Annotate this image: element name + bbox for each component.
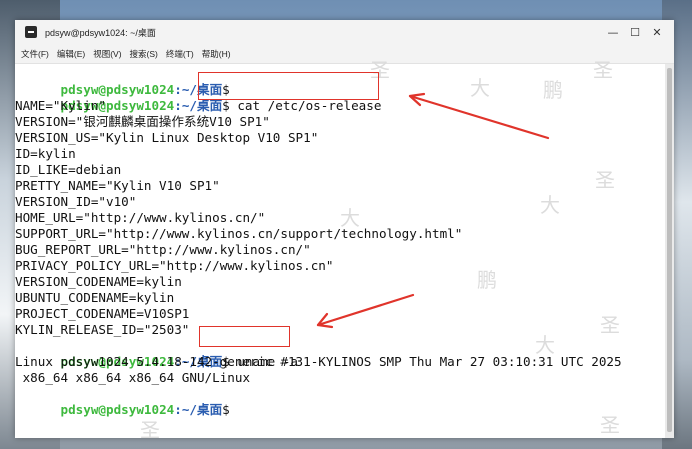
annotation-arrow-2 bbox=[316, 293, 415, 327]
annotation-arrow-1 bbox=[408, 94, 550, 140]
annotation-arrows bbox=[316, 92, 550, 329]
